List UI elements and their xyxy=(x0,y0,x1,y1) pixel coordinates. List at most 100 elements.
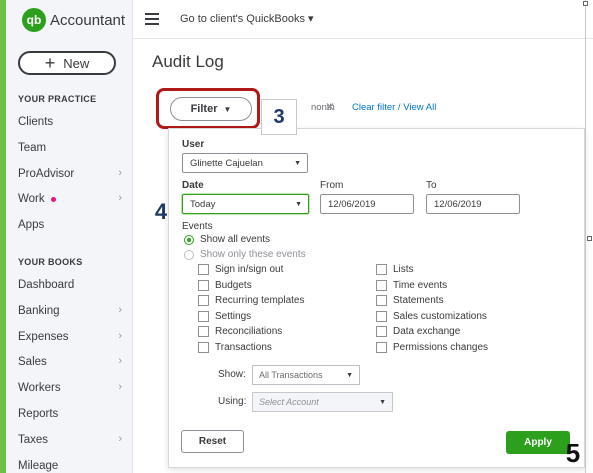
resize-handle[interactable] xyxy=(587,236,592,241)
event-checkbox-label: Data exchange xyxy=(393,326,461,338)
sidebar-item-banking[interactable]: Banking › xyxy=(18,302,124,320)
chevron-right-icon: › xyxy=(118,432,122,445)
event-checkbox-label: Budgets xyxy=(215,279,252,291)
reset-button[interactable]: Reset xyxy=(181,430,244,453)
from-label: From xyxy=(320,180,344,191)
using-account-select[interactable]: Select Account ▼ xyxy=(252,392,393,412)
sidebar-item-sales[interactable]: Sales › xyxy=(18,353,124,371)
event-checkbox-label: Settings xyxy=(215,310,252,322)
page-title: Audit Log xyxy=(152,52,224,71)
event-checkbox-label: Statements xyxy=(393,295,444,307)
sidebar-item-team[interactable]: Team xyxy=(18,139,124,157)
caret-down-icon: ▼ xyxy=(294,160,301,167)
step-4-annotation: 4 xyxy=(154,199,168,224)
checkbox-icon xyxy=(198,326,209,338)
from-date-input[interactable]: 12/06/2019 xyxy=(320,194,414,214)
chevron-right-icon: › xyxy=(118,303,122,316)
step-3-annotation: 3 xyxy=(261,99,297,135)
events-label: Events xyxy=(182,221,213,232)
event-checkbox-label: Permissions changes xyxy=(393,342,489,353)
sidebar-item-label: Expenses xyxy=(18,330,69,343)
event-checkbox-label: Lists xyxy=(393,264,414,275)
event-checkbox-permissions-changes[interactable]: Permissions changes xyxy=(376,342,488,353)
checkbox-icon xyxy=(198,279,209,291)
checkbox-icon xyxy=(376,310,387,322)
sidebar-item-label: ProAdvisor xyxy=(18,167,75,180)
new-button[interactable]: + New xyxy=(18,51,116,75)
checkbox-icon xyxy=(198,295,209,307)
event-checkbox-label: Sales customizations xyxy=(393,310,487,322)
chevron-right-icon: › xyxy=(118,192,122,205)
books-section-title: YOUR BOOKS xyxy=(18,257,83,267)
topbar-divider xyxy=(133,38,593,39)
checkbox-icon xyxy=(376,326,387,338)
chevron-right-icon: › xyxy=(118,166,122,179)
using-select-placeholder: Select Account xyxy=(259,397,319,407)
step-5-annotation: 5 xyxy=(565,437,581,468)
sidebar-item-label: Workers xyxy=(18,382,61,395)
event-checkbox-recurring-templates[interactable]: Recurring templates xyxy=(198,295,304,307)
sidebar-item-apps[interactable]: Apps xyxy=(18,216,124,234)
user-select[interactable]: Glinette Cajuelan ▼ xyxy=(182,153,308,173)
sidebar-item-label: Apps xyxy=(18,219,45,232)
hamburger-menu-icon[interactable] xyxy=(145,13,159,25)
date-select[interactable]: Today ▼ xyxy=(182,194,309,214)
event-checkbox-transactions[interactable]: Transactions xyxy=(198,342,272,353)
event-checkbox-sign-in-sign-out[interactable]: Sign in/sign out xyxy=(198,264,283,275)
sidebar-item-mileage[interactable]: Mileage xyxy=(18,457,124,473)
sidebar-item-reports[interactable]: Reports xyxy=(18,405,124,423)
show-label: Show: xyxy=(218,369,246,380)
show-only-these-events-radio[interactable]: Show only these events xyxy=(184,249,306,260)
event-checkbox-lists[interactable]: Lists xyxy=(376,264,414,275)
page-right-border xyxy=(585,0,586,473)
show-transactions-select[interactable]: All Transactions ▼ xyxy=(252,365,360,385)
checkbox-icon xyxy=(198,310,209,322)
caret-down-icon: ▼ xyxy=(346,372,353,379)
sidebar-item-label: Sales xyxy=(18,356,47,369)
event-checkbox-data-exchange[interactable]: Data exchange xyxy=(376,326,461,338)
sidebar-item-label: Dashboard xyxy=(18,279,75,291)
to-label: To xyxy=(426,180,437,191)
to-date-input[interactable]: 12/06/2019 xyxy=(426,194,520,214)
user-label: User xyxy=(182,139,205,150)
date-select-value: Today xyxy=(190,198,216,210)
event-checkbox-budgets[interactable]: Budgets xyxy=(198,279,252,291)
sidebar-item-label: Work xyxy=(18,193,45,206)
clear-filter-link[interactable]: Clear filter / View All xyxy=(352,102,436,113)
radio-unchecked-icon xyxy=(184,249,194,260)
sidebar-item-work[interactable]: Work › xyxy=(18,190,124,208)
sidebar-item-expenses[interactable]: Expenses › xyxy=(18,328,124,346)
event-checkbox-label: Transactions xyxy=(215,342,272,353)
sidebar-item-label: Team xyxy=(18,141,47,154)
notification-dot-icon xyxy=(50,196,56,202)
event-checkbox-settings[interactable]: Settings xyxy=(198,310,252,322)
event-checkbox-reconciliations[interactable]: Reconciliations xyxy=(198,326,283,338)
sidebar: qb Accountant + New YOUR PRACTICE Client… xyxy=(6,0,133,473)
event-checkbox-time-events[interactable]: Time events xyxy=(376,279,448,291)
using-label: Using: xyxy=(218,396,247,407)
sidebar-item-proadvisor[interactable]: ProAdvisor › xyxy=(18,165,124,183)
show-select-value: All Transactions xyxy=(259,370,323,380)
sidebar-item-dashboard[interactable]: Dashboard xyxy=(18,276,124,294)
chevron-right-icon: › xyxy=(118,355,122,368)
show-all-events-radio[interactable]: Show all events xyxy=(184,234,270,245)
checkbox-icon xyxy=(376,279,387,291)
event-checkbox-label: Reconciliations xyxy=(215,326,283,338)
event-checkbox-statements[interactable]: Statements xyxy=(376,295,444,307)
sidebar-item-label: Banking xyxy=(18,304,60,317)
plus-icon: + xyxy=(44,53,56,73)
filter-highlight-annotation xyxy=(156,88,260,129)
checkbox-icon xyxy=(376,342,387,353)
brand[interactable]: qb Accountant xyxy=(22,8,125,32)
sidebar-item-workers[interactable]: Workers › xyxy=(18,379,124,397)
go-to-client-quickbooks-link[interactable]: Go to client's QuickBooks ▾ xyxy=(180,12,314,25)
resize-handle[interactable] xyxy=(583,1,588,6)
practice-section-title: YOUR PRACTICE xyxy=(18,94,97,104)
sidebar-item-clients[interactable]: Clients xyxy=(18,113,124,131)
event-checkbox-sales-customizations[interactable]: Sales customizations xyxy=(376,310,487,322)
caret-down-icon: ▼ xyxy=(379,399,386,406)
sidebar-item-label: Clients xyxy=(18,116,54,128)
close-icon[interactable]: ✕ xyxy=(325,100,335,114)
event-checkbox-label: Time events xyxy=(393,279,448,291)
sidebar-item-taxes[interactable]: Taxes › xyxy=(18,431,124,449)
